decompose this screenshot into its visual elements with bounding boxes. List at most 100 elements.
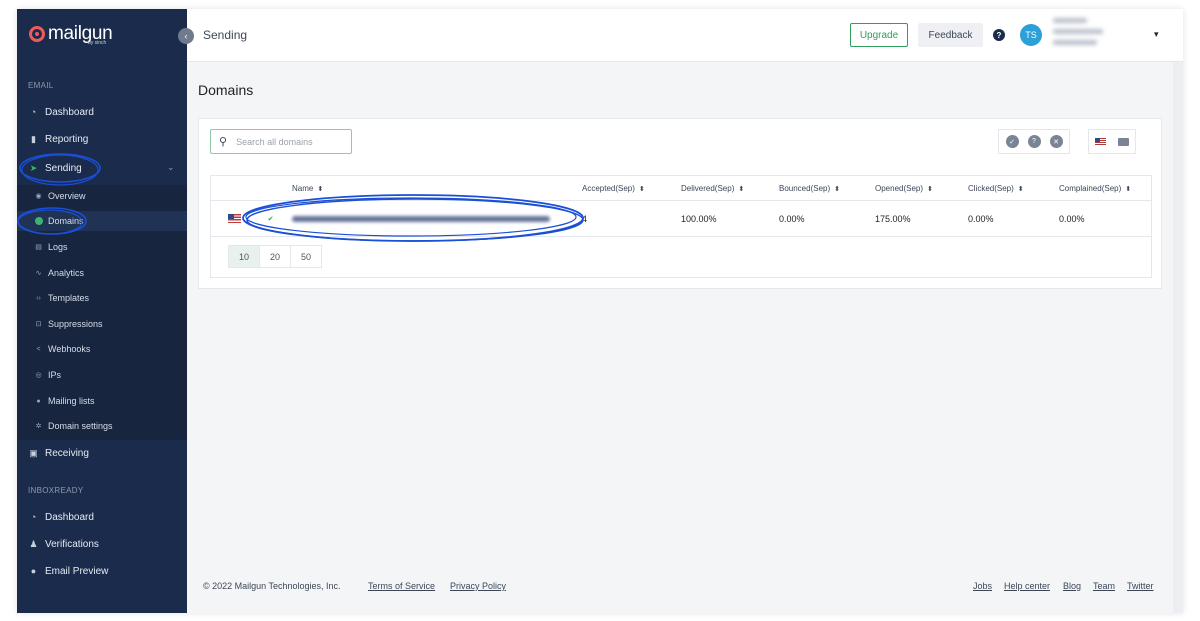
domains-card: ⚲ ✓ ? ✕ Name⬍ Accepted(Sep)⬍ Delivered(S… <box>198 118 1162 289</box>
domain-name-redacted[interactable] <box>292 216 550 222</box>
share-icon: < <box>36 345 41 353</box>
table-header: Name ⬍ Accepted(Sep) ⬍ Delivered(Sep) ⬍ Bou… <box>211 176 1151 201</box>
sort-icon: ⬍ <box>1125 186 1132 193</box>
page-section-title: Sending <box>203 28 248 42</box>
sidebar-item-analytics[interactable]: ∿ Analytics <box>17 263 187 283</box>
column-header-name[interactable]: Name ⬍ <box>292 184 323 193</box>
sidebar-item-label: Sending <box>45 162 82 174</box>
verified-check-icon: ✔ <box>267 215 274 223</box>
search-icon: ⚲ <box>219 136 228 148</box>
sidebar-item-inbox-dashboard[interactable]: ◔ Dashboard <box>17 506 187 528</box>
blog-link[interactable]: Blog <box>1063 581 1081 591</box>
sort-icon: ⬍ <box>927 186 933 193</box>
domains-table: Name ⬍ Accepted(Sep) ⬍ Delivered(Sep) ⬍ Bou… <box>210 175 1152 278</box>
status-filter-group: ✓ ? ✕ <box>998 129 1070 154</box>
sidebar-item-label: Domains <box>48 216 84 226</box>
sidebar-item-templates[interactable]: ‹› Templates <box>17 288 187 308</box>
search-input[interactable] <box>236 136 337 147</box>
scrollbar[interactable] <box>1173 62 1183 613</box>
page-size-20[interactable]: 20 <box>259 245 291 268</box>
privacy-link[interactable]: Privacy Policy <box>450 581 506 591</box>
disabled-filter-icon[interactable]: ✕ <box>1049 135 1063 148</box>
terms-link[interactable]: Terms of Service <box>368 581 435 591</box>
annotation-ellipses <box>17 153 584 242</box>
feedback-button[interactable]: Feedback <box>918 23 983 47</box>
sidebar-item-label: Logs <box>48 242 68 252</box>
line-chart-icon: ∿ <box>35 270 42 277</box>
block-icon: ⊡ <box>35 321 42 328</box>
search-box[interactable]: ⚲ <box>210 129 352 154</box>
table-row[interactable]: ✔ 4 100.00% 0.00% 175.00% 0.00% 0.00% <box>211 201 1151 237</box>
code-icon: ‹› <box>36 294 41 302</box>
sidebar-item-label: Dashboard <box>45 106 94 118</box>
sidebar-item-receiving[interactable]: ▣ Receiving <box>17 442 187 464</box>
cell-clicked: 0.00% <box>968 214 994 224</box>
sidebar-item-domains[interactable]: Domains <box>17 211 187 231</box>
person-icon: ● <box>36 397 41 405</box>
cell-opened: 175.00% <box>875 214 911 224</box>
verified-filter-icon[interactable]: ✓ <box>1005 135 1019 148</box>
column-header-delivered[interactable]: Delivered(Sep) ⬍ <box>681 184 744 193</box>
paper-plane-icon: ➤ <box>29 162 38 173</box>
page-title: Domains <box>198 82 254 98</box>
sidebar-item-label: Templates <box>48 293 90 303</box>
region-filter-group <box>1088 129 1136 154</box>
sidebar-item-overview[interactable]: ◉ Overview <box>17 186 187 206</box>
globe-icon <box>34 217 43 226</box>
page-size-50[interactable]: 50 <box>290 245 322 268</box>
cell-complained: 0.00% <box>1059 214 1085 224</box>
column-header-accepted[interactable]: Accepted(Sep) ⬍ <box>582 184 645 193</box>
collapse-sidebar-button[interactable]: ‹ <box>178 28 194 44</box>
sidebar-item-sending[interactable]: ➤ Sending <box>17 157 187 179</box>
sidebar-item-label: Webhooks <box>48 344 91 354</box>
column-header-clicked[interactable]: Clicked(Sep) ⬍ <box>968 184 1024 193</box>
team-link[interactable]: Team <box>1093 581 1115 591</box>
sort-icon: ⬍ <box>638 186 645 193</box>
sidebar-item-email-preview[interactable]: ● Email Preview <box>17 560 187 582</box>
twitter-link[interactable]: Twitter <box>1127 581 1154 591</box>
column-header-complained[interactable]: Complained(Sep) ⬍ <box>1059 184 1131 193</box>
page-size-10[interactable]: 10 <box>228 245 260 268</box>
sort-icon: ⬍ <box>1017 186 1024 193</box>
chevron-down-icon[interactable]: ⌄ <box>167 162 175 173</box>
jobs-link[interactable]: Jobs <box>973 581 992 591</box>
person-check-icon: ♟ <box>29 538 38 549</box>
sidebar-item-label: Reporting <box>45 133 89 145</box>
unverified-filter-icon[interactable]: ? <box>1027 135 1041 148</box>
help-icon[interactable]: ? <box>993 29 1005 41</box>
mailgun-logo-icon <box>29 26 45 42</box>
cell-accepted: 4 <box>582 214 588 224</box>
dashboard-icon: ◔ <box>30 107 37 117</box>
user-info[interactable] <box>1053 18 1123 51</box>
eye-icon: ◉ <box>35 193 42 200</box>
chevron-down-icon[interactable]: ▾ <box>1154 29 1159 40</box>
cell-bounced: 0.00% <box>779 214 805 224</box>
sidebar-item-webhooks[interactable]: < Webhooks <box>17 339 187 359</box>
sidebar-item-ips[interactable]: ◎ IPs <box>17 365 187 385</box>
sort-icon: ⬍ <box>738 186 745 193</box>
sidebar-item-reporting[interactable]: ▮ Reporting <box>17 128 187 150</box>
sidebar-item-label: Receiving <box>45 447 89 459</box>
section-label-email: EMAIL <box>28 81 54 90</box>
sidebar-item-dashboard[interactable]: ◔ Dashboard <box>17 101 187 123</box>
sidebar-item-verifications[interactable]: ♟ Verifications <box>17 533 187 555</box>
section-label-inboxready: INBOXREADY <box>28 486 84 495</box>
dashboard-icon: ◔ <box>30 512 37 522</box>
page-size-selector: 10 20 50 <box>228 245 322 268</box>
column-header-bounced[interactable]: Bounced(Sep) ⬍ <box>779 184 840 193</box>
sidebar: mailgun by sinch EMAIL ◔ Dashboard ▮ Rep… <box>17 9 187 613</box>
upgrade-button[interactable]: Upgrade <box>850 23 908 47</box>
sidebar-item-mailing-lists[interactable]: ● Mailing lists <box>17 391 187 411</box>
inbox-icon: ▣ <box>29 447 38 458</box>
sidebar-item-domain-settings[interactable]: ✲ Domain settings <box>17 416 187 436</box>
bar-chart-icon: ▮ <box>31 133 36 144</box>
eu-flag-icon[interactable] <box>1118 137 1129 146</box>
column-header-opened[interactable]: Opened(Sep) ⬍ <box>875 184 933 193</box>
sidebar-item-suppressions[interactable]: ⊡ Suppressions <box>17 314 187 334</box>
help-center-link[interactable]: Help center <box>1004 581 1050 591</box>
avatar[interactable]: TS <box>1020 24 1042 46</box>
sidebar-item-label: Verifications <box>45 538 99 550</box>
us-flag-icon[interactable] <box>1095 137 1106 146</box>
sidebar-item-logs[interactable]: ▤ Logs <box>17 237 187 257</box>
sidebar-item-label: Analytics <box>48 268 85 278</box>
